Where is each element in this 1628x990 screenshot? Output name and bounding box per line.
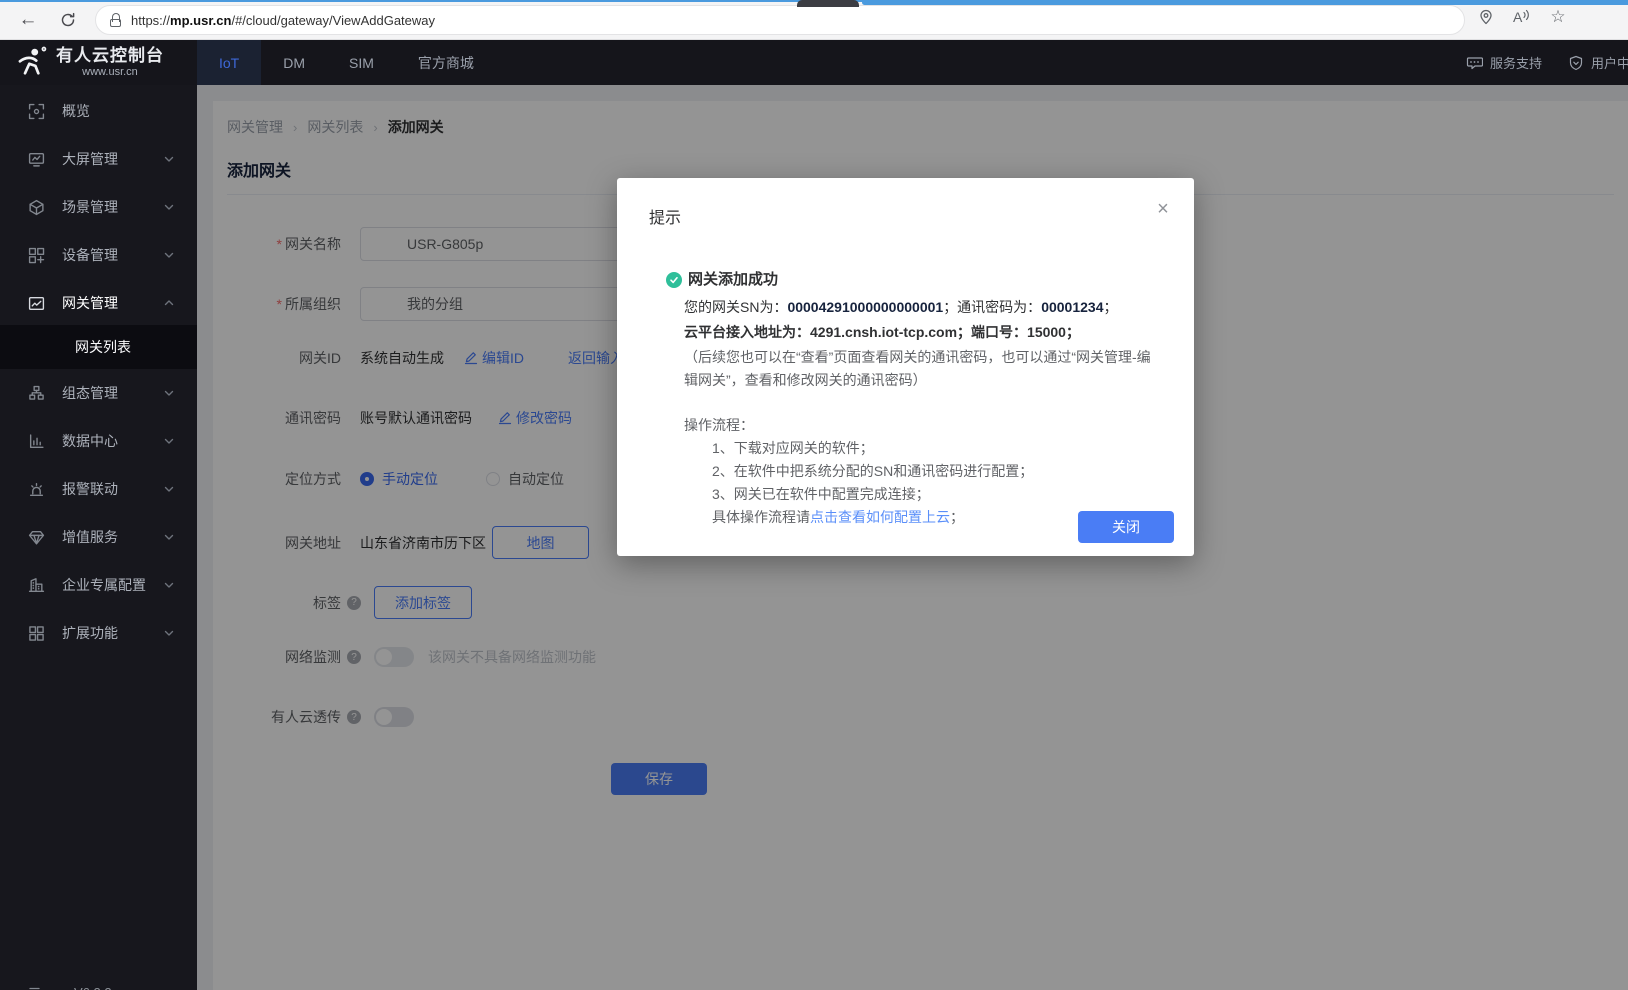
dialog-close-button[interactable]: × (1152, 198, 1174, 220)
location-pin-icon[interactable] (1478, 9, 1494, 25)
sidebar-item-label: 网关管理 (62, 293, 163, 313)
cloud-address-line: 云平台接入地址为：4291.cnsh.iot-tcp.com；端口号：15000… (684, 321, 1158, 344)
browser-refresh-button[interactable] (54, 6, 82, 34)
big-screen-icon (28, 151, 45, 168)
sidebar-item-label: 数据中心 (62, 431, 163, 451)
read-aloud-icon[interactable]: A (1513, 9, 1531, 25)
app-grid-icon (28, 625, 45, 642)
chevron-down-icon (163, 387, 175, 399)
sidebar-item-scene[interactable]: 场景管理 (0, 183, 197, 231)
chevron-up-icon (163, 297, 175, 309)
topology-icon (28, 385, 45, 402)
how-to-configure-link[interactable]: 点击查看如何配置上云 (810, 509, 950, 525)
lock-icon (110, 13, 121, 27)
sidebar-item-bigscreen[interactable]: 大屏管理 (0, 135, 197, 183)
sidebar-item-enterprise[interactable]: 企业专属配置 (0, 561, 197, 609)
logo-subtitle: www.usr.cn (82, 66, 138, 78)
sidebar-item-label: 增值服务 (62, 527, 163, 547)
sidebar-item-label: 大屏管理 (62, 149, 163, 169)
result-title: 网关添加成功 (688, 268, 778, 291)
flow-step: 3、网关已在软件中配置完成连接； (712, 483, 1158, 506)
tab-iot[interactable]: IoT (197, 40, 261, 85)
dialog-title: 提示 (649, 204, 681, 228)
sidebar-item-value-added[interactable]: 增值服务 (0, 513, 197, 561)
chevron-down-icon (163, 579, 175, 591)
sidebar-item-label: 概览 (62, 101, 197, 121)
chevron-down-icon (163, 627, 175, 639)
chevron-down-icon (163, 435, 175, 447)
tab-sim[interactable]: SIM (327, 40, 396, 85)
note-line: （后续您也可以在“查看”页面查看网关的通讯密码，也可以通过“网关管理-编辑网关”… (684, 346, 1158, 392)
device-grid-icon (28, 247, 45, 264)
tab-official-store[interactable]: 官方商城 (396, 40, 496, 85)
address-bar[interactable]: https://mp.usr.cn/#/cloud/gateway/ViewAd… (95, 5, 1465, 35)
flow-step: 2、在软件中把系统分配的SN和通讯密码进行配置； (712, 460, 1158, 483)
dialog-close-footer-button[interactable]: 关闭 (1078, 511, 1174, 543)
close-icon: × (1157, 199, 1169, 219)
chat-bubble-icon (1466, 55, 1483, 71)
alarm-siren-icon (28, 481, 45, 498)
chevron-down-icon (163, 483, 175, 495)
brand-logo[interactable]: 有人云控制台 www.usr.cn (0, 40, 197, 85)
sn-line: 您的网关SN为：00004291000000000001；通讯密码为：00001… (684, 296, 1158, 319)
back-arrow-icon: ← (19, 9, 38, 31)
gem-icon (28, 529, 45, 546)
version-info: V6.2.2 (0, 968, 197, 990)
service-support-link[interactable]: 服务支持 (1466, 53, 1542, 72)
sidebar-item-alarm[interactable]: 报警联动 (0, 465, 197, 513)
changelog-icon (28, 984, 44, 990)
version-label: V6.2.2 (74, 985, 112, 990)
sidebar-item-extensions[interactable]: 扩展功能 (0, 609, 197, 657)
usr-mascot-icon (14, 46, 48, 80)
sidebar-item-label: 企业专属配置 (62, 575, 163, 595)
shield-user-icon (1568, 55, 1584, 71)
building-icon (28, 577, 45, 594)
refresh-icon (60, 12, 76, 28)
tab-dm[interactable]: DM (261, 40, 327, 85)
gateway-chart-icon (28, 295, 45, 312)
sidebar-item-device[interactable]: 设备管理 (0, 231, 197, 279)
overview-icon (28, 103, 45, 120)
url-text: https://mp.usr.cn/#/cloud/gateway/ViewAd… (131, 13, 435, 28)
sn-value: 00004291000000000001 (787, 299, 943, 315)
bar-chart-icon (28, 433, 45, 450)
dialog-body: 网关添加成功 您的网关SN为：00004291000000000001；通讯密码… (666, 268, 1158, 529)
favorite-star-icon[interactable]: ☆ (1550, 7, 1565, 27)
sidebar-item-overview[interactable]: 概览 (0, 87, 197, 135)
product-tabs: IoT DM SIM 官方商城 (197, 40, 496, 85)
sidebar-subitem-gateway-list[interactable]: 网关列表 (0, 325, 197, 369)
sidebar-item-label: 组态管理 (62, 383, 163, 403)
user-center-link[interactable]: 用户中心 (1568, 53, 1628, 72)
chevron-down-icon (163, 201, 175, 213)
sidebar-item-configuration[interactable]: 组态管理 (0, 369, 197, 417)
chevron-down-icon (163, 249, 175, 261)
sidebar-item-gateway[interactable]: 网关管理 (0, 279, 197, 327)
service-support-label: 服务支持 (1490, 53, 1542, 72)
flow-title: 操作流程： (684, 414, 1158, 437)
sidebar: 概览 大屏管理 场景管理 设备管理 网关管理 网关列表 组态管理 (0, 85, 197, 990)
chevron-down-icon (163, 153, 175, 165)
chevron-down-icon (163, 531, 175, 543)
flow-step: 1、下载对应网关的软件； (712, 437, 1158, 460)
sidebar-item-label: 设备管理 (62, 245, 163, 265)
success-check-icon (666, 272, 682, 288)
tab-strip-fragment (797, 0, 859, 7)
sidebar-item-label: 报警联动 (62, 479, 163, 499)
sidebar-item-data-center[interactable]: 数据中心 (0, 417, 197, 465)
user-center-label: 用户中心 (1591, 53, 1628, 72)
password-value: 00001234 (1041, 299, 1103, 315)
logo-title: 有人云控制台 (56, 47, 164, 66)
sidebar-item-label: 场景管理 (62, 197, 163, 217)
window-accent-bar (862, 0, 1628, 5)
tips-dialog: 提示 × 网关添加成功 您的网关SN为：00004291000000000001… (617, 178, 1194, 556)
sidebar-item-label: 扩展功能 (62, 623, 163, 643)
scene-cube-icon (28, 199, 45, 216)
app-screen: ← https://mp.usr.cn/#/cloud/gateway/View… (0, 0, 1628, 990)
browser-back-button[interactable]: ← (14, 6, 42, 34)
sidebar-subitem-label: 网关列表 (75, 337, 131, 357)
top-nav: 有人云控制台 www.usr.cn IoT DM SIM 官方商城 服务支持 (0, 40, 1628, 85)
